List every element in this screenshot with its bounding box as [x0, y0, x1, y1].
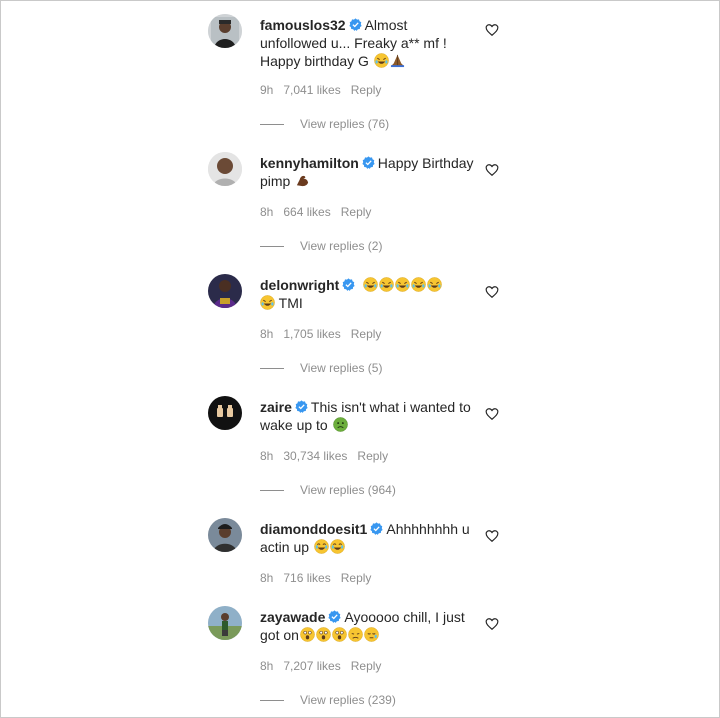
comment-meta: 8h 7,207 likes Reply	[260, 659, 391, 673]
comment-item: zaire This isn't what i wanted to wake up…	[208, 396, 508, 518]
tears-of-joy-emoji-icon	[330, 539, 345, 554]
astonished-face-emoji-icon	[332, 627, 347, 642]
likes-count[interactable]: 30,734 likes	[283, 449, 347, 463]
comment-time: 8h	[260, 327, 274, 341]
verified-badge-icon	[362, 156, 375, 169]
comment-text-line: Ayooooo chill, I just	[344, 609, 465, 625]
sleepy-face-emoji-icon	[364, 627, 379, 642]
comment-text-line: actin up	[260, 539, 310, 555]
comment-time: 8h	[260, 205, 274, 219]
divider-line	[260, 368, 284, 370]
avatar[interactable]	[208, 396, 242, 430]
comment-username[interactable]: kennyhamilton	[260, 155, 359, 171]
comment-item: kennyhamilton Happy Birthday pimp 8h 664 l…	[208, 152, 508, 274]
comment-username[interactable]: zayawade	[260, 609, 325, 625]
rofl-emoji-icon	[363, 277, 378, 292]
tears-of-joy-emoji-icon	[314, 539, 329, 554]
comment-text-line: pimp	[260, 173, 291, 189]
view-replies-button[interactable]: View replies (2)	[260, 239, 382, 253]
avatar[interactable]	[208, 152, 242, 186]
heart-icon[interactable]	[485, 529, 499, 543]
comment-item: famouslos32 Almost unfollowed u... Freaky…	[208, 14, 508, 136]
view-replies-label: View replies (964)	[300, 483, 396, 497]
reply-button[interactable]: Reply	[357, 449, 388, 463]
verified-badge-icon	[295, 400, 308, 413]
flexed-biceps-emoji-icon	[295, 173, 310, 188]
reply-button[interactable]: Reply	[351, 83, 382, 97]
astonished-face-emoji-icon	[316, 627, 331, 642]
nauseated-face-emoji-icon	[332, 417, 348, 432]
view-replies-label: View replies (239)	[300, 693, 396, 707]
divider-line	[260, 124, 284, 126]
comment-text-line: wake up to	[260, 417, 328, 433]
rofl-emoji-icon	[379, 277, 394, 292]
comment-username[interactable]: zaire	[260, 399, 292, 415]
folded-hands-emoji-icon	[390, 53, 405, 68]
likes-count[interactable]: 716 likes	[283, 571, 330, 585]
comment-item: delonwright TMI 8h 1,705 likes Reply View …	[208, 274, 508, 396]
view-replies-button[interactable]: View replies (239)	[260, 693, 396, 707]
likes-count[interactable]: 1,705 likes	[283, 327, 340, 341]
reply-button[interactable]: Reply	[351, 327, 382, 341]
comment-time: 9h	[260, 83, 274, 97]
comment-meta: 8h 664 likes Reply	[260, 205, 381, 219]
verified-badge-icon	[342, 278, 355, 291]
view-replies-label: View replies (5)	[300, 361, 383, 375]
reply-button[interactable]: Reply	[351, 659, 382, 673]
heart-icon[interactable]	[485, 163, 499, 177]
avatar[interactable]	[208, 14, 242, 48]
comments-panel: famouslos32 Almost unfollowed u... Freaky…	[0, 0, 720, 718]
view-replies-label: View replies (76)	[300, 117, 390, 131]
comment-username[interactable]: diamonddoesit1	[260, 521, 367, 537]
likes-count[interactable]: 664 likes	[283, 205, 330, 219]
reply-button[interactable]: Reply	[341, 205, 372, 219]
comment-time: 8h	[260, 571, 274, 585]
comment-text-line: Almost	[364, 17, 408, 33]
rofl-emoji-icon	[260, 295, 275, 310]
reply-button[interactable]: Reply	[341, 571, 372, 585]
rofl-emoji-icon	[427, 277, 442, 292]
comment-text-line: Happy Birthday	[377, 155, 474, 171]
rofl-emoji-icon	[374, 53, 389, 68]
view-replies-button[interactable]: View replies (5)	[260, 361, 382, 375]
heart-icon[interactable]	[485, 617, 499, 631]
heart-icon[interactable]	[485, 285, 499, 299]
rofl-emoji-icon	[411, 277, 426, 292]
comment-text-line: unfollowed u... Freaky a** mf !	[260, 35, 447, 51]
comment-text-line: got on	[260, 627, 299, 643]
divider-line	[260, 700, 284, 702]
view-replies-button[interactable]: View replies (964)	[260, 483, 396, 497]
comment-time: 8h	[260, 659, 274, 673]
verified-badge-icon	[349, 18, 362, 31]
divider-line	[260, 246, 284, 248]
view-replies-button[interactable]: View replies (76)	[260, 117, 389, 131]
comment-time: 8h	[260, 449, 274, 463]
rofl-emoji-icon	[395, 277, 410, 292]
comment-item: zayawade Ayooooo chill, I just got on 8h 7…	[208, 606, 508, 717]
comment-text-line: Ahhhhhhhh u	[386, 521, 470, 537]
comment-meta: 9h 7,041 likes Reply	[260, 83, 391, 97]
comment-username[interactable]: delonwright	[260, 277, 339, 293]
comment-meta: 8h 30,734 likes Reply	[260, 449, 398, 463]
heart-icon[interactable]	[485, 23, 499, 37]
verified-badge-icon	[370, 522, 383, 535]
likes-count[interactable]: 7,207 likes	[283, 659, 340, 673]
comment-username[interactable]: famouslos32	[260, 17, 346, 33]
avatar[interactable]	[208, 518, 242, 552]
disappointed-face-emoji-icon	[348, 627, 363, 642]
comment-meta: 8h 716 likes Reply	[260, 571, 381, 585]
comment-text-line: Happy birthday G	[260, 53, 369, 69]
comment-text-line: This isn't what i wanted to	[310, 399, 471, 415]
comment-text-line: TMI	[278, 295, 303, 311]
avatar[interactable]	[208, 274, 242, 308]
divider-line	[260, 490, 284, 492]
verified-badge-icon	[328, 610, 341, 623]
likes-count[interactable]: 7,041 likes	[283, 83, 340, 97]
avatar[interactable]	[208, 606, 242, 640]
heart-icon[interactable]	[485, 407, 499, 421]
astonished-face-emoji-icon	[300, 627, 315, 642]
view-replies-label: View replies (2)	[300, 239, 383, 253]
comment-meta: 8h 1,705 likes Reply	[260, 327, 391, 341]
